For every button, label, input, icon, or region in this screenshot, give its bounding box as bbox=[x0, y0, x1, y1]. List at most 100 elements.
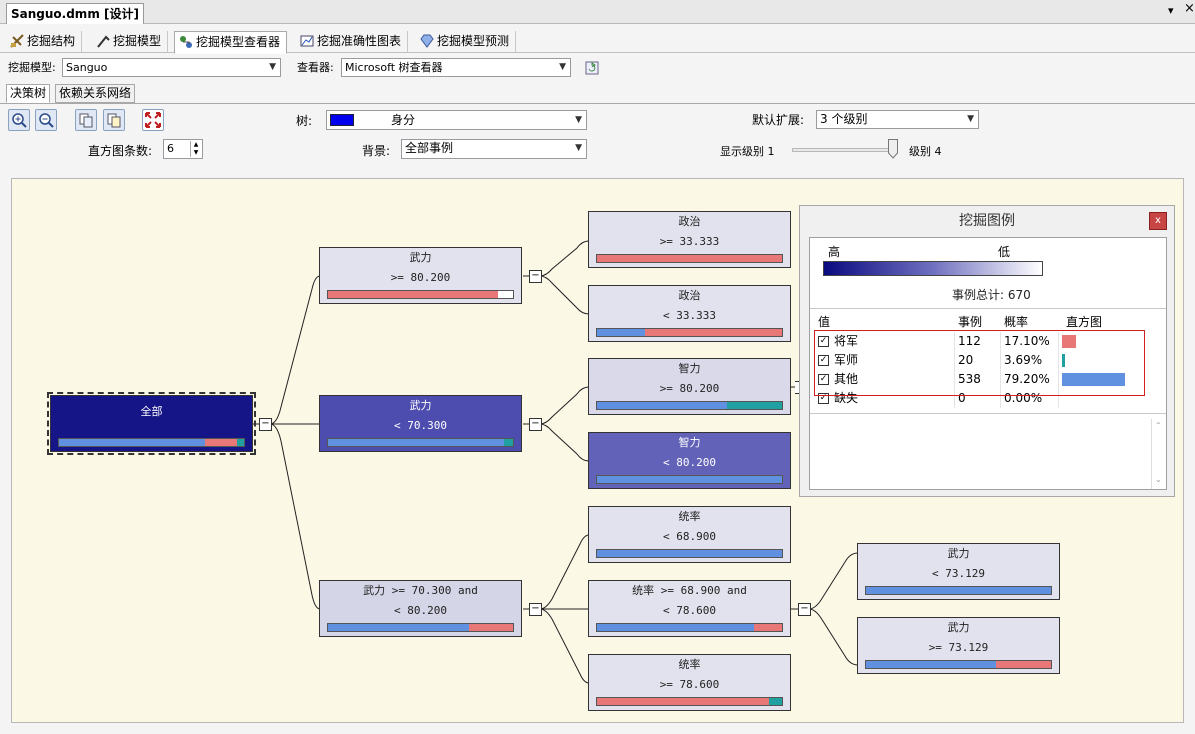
histogram-stepper[interactable]: 6 ▲ ▼ bbox=[163, 139, 203, 159]
chevron-down-icon: ▼ bbox=[269, 62, 276, 72]
zoom-out-button[interactable] bbox=[35, 109, 57, 131]
refresh-icon[interactable] bbox=[585, 61, 599, 75]
tree-node-condition: < 68.900 bbox=[663, 530, 716, 543]
tree-node-histogram bbox=[596, 328, 783, 337]
tree-node[interactable]: 统率 >= 78.600 bbox=[588, 654, 791, 711]
histogram-segment bbox=[597, 624, 755, 631]
histogram-segment bbox=[205, 439, 237, 446]
tree-node[interactable]: 政治 >= 33.333 bbox=[588, 211, 791, 268]
document-tab[interactable]: Sanguo.dmm [设计] bbox=[6, 3, 144, 24]
model-select[interactable]: Sanguo ▼ bbox=[62, 58, 281, 77]
collapse-toggle[interactable]: − bbox=[529, 603, 542, 616]
tab-label: 决策树 bbox=[10, 86, 47, 100]
scroll-down-icon[interactable]: ⌄ bbox=[1155, 475, 1162, 484]
tree-node-condition: < 80.200 bbox=[394, 604, 447, 617]
tree-node-histogram bbox=[865, 586, 1052, 595]
document-tab-title: Sanguo.dmm [设计] bbox=[11, 7, 139, 21]
close-icon[interactable]: x bbox=[1149, 212, 1167, 230]
collapse-toggle[interactable]: − bbox=[798, 603, 811, 616]
tree-node[interactable]: 武力 < 73.129 bbox=[857, 543, 1060, 600]
tree-node-condition: < 70.300 bbox=[394, 419, 447, 432]
collapse-toggle[interactable]: − bbox=[529, 270, 542, 283]
tree-node-histogram bbox=[596, 401, 783, 410]
viewer-select-value: Microsoft 树查看器 bbox=[345, 61, 443, 74]
tree-node-histogram bbox=[596, 697, 783, 706]
chevron-down-icon: ▼ bbox=[559, 62, 566, 72]
copy-graph-view-button[interactable] bbox=[75, 109, 97, 131]
zoom-in-button[interactable] bbox=[8, 109, 30, 131]
copy-entire-graph-button[interactable] bbox=[103, 109, 125, 131]
histogram-segment bbox=[597, 698, 770, 705]
tab-model-viewer[interactable]: 挖掘模型查看器 bbox=[174, 31, 288, 54]
designer-tabs: 挖掘结构 挖掘模型 挖掘模型查看器 挖掘准确性图表 挖掘模型预测 bbox=[0, 31, 1195, 54]
histogram-segment bbox=[597, 476, 782, 483]
tab-label: 挖掘准确性图表 bbox=[317, 34, 402, 48]
tree-node-histogram bbox=[327, 623, 514, 632]
tree-node[interactable]: 智力 < 80.200 bbox=[588, 432, 791, 489]
mining-legend-panel: 挖掘图例 x 高 低 事例总计: 670 值 事例 概率 直方图 ✓ 将军 112 1… bbox=[799, 205, 1175, 497]
tree-node-histogram bbox=[327, 290, 514, 299]
tree-node-condition: >= 80.200 bbox=[390, 271, 451, 284]
scroll-up-icon[interactable]: ⌃ bbox=[1155, 421, 1162, 430]
level-slider-thumb[interactable] bbox=[888, 139, 898, 159]
close-document-icon[interactable]: × bbox=[1184, 2, 1195, 16]
histogram-segment bbox=[866, 587, 1051, 594]
viewer-select[interactable]: Microsoft 树查看器 ▼ bbox=[341, 58, 571, 77]
legend-content: 高 低 事例总计: 670 值 事例 概率 直方图 ✓ 将军 112 17.10% ✓ 军… bbox=[809, 237, 1167, 490]
background-select[interactable]: 全部事例 ▼ bbox=[401, 139, 587, 159]
tree-node-condition: >= 73.129 bbox=[928, 641, 989, 654]
collapse-toggle[interactable]: − bbox=[259, 418, 272, 431]
show-level-label: 显示级别 1 bbox=[720, 145, 775, 158]
document-tab-strip: Sanguo.dmm [设计] ▾ × bbox=[0, 0, 1195, 24]
tree-node[interactable]: 武力 >= 70.300 and < 80.200 bbox=[319, 580, 522, 637]
default-expand-select[interactable]: 3 个级别 ▼ bbox=[816, 110, 979, 129]
tree-node[interactable]: 武力 >= 73.129 bbox=[857, 617, 1060, 674]
histogram-segment bbox=[597, 550, 782, 557]
histogram-segment bbox=[866, 661, 996, 668]
stepper-up-icon[interactable]: ▲ bbox=[190, 141, 201, 149]
tree-node-label: 武力 bbox=[947, 621, 970, 634]
tab-mining-model[interactable]: 挖掘模型 bbox=[92, 31, 169, 53]
viewer-label: 查看器: bbox=[297, 61, 334, 74]
tree-node-condition: < 73.129 bbox=[932, 567, 985, 580]
tree-node[interactable]: 统率 >= 68.900 and < 78.600 bbox=[588, 580, 791, 637]
tab-decision-tree[interactable]: 决策树 bbox=[6, 84, 51, 103]
histogram-segment bbox=[328, 624, 469, 631]
legend-scrollbar[interactable]: ⌃ ⌄ bbox=[1151, 419, 1165, 489]
tab-prediction[interactable]: 挖掘模型预测 bbox=[416, 31, 517, 53]
mining-structure-icon bbox=[10, 34, 24, 48]
tree-node-histogram bbox=[596, 254, 783, 263]
tab-mining-structure[interactable]: 挖掘结构 bbox=[6, 31, 83, 53]
tab-label: 依赖关系网络 bbox=[59, 86, 132, 100]
tab-accuracy-chart[interactable]: 挖掘准确性图表 bbox=[296, 31, 409, 53]
collapse-toggle[interactable]: − bbox=[529, 418, 542, 431]
tree-select[interactable]: 身分 ▼ bbox=[326, 110, 587, 130]
tree-node[interactable]: 智力 >= 80.200 bbox=[588, 358, 791, 415]
chevron-down-icon: ▼ bbox=[575, 143, 582, 153]
tree-node-label: 武力 bbox=[409, 251, 432, 264]
tree-node[interactable]: 政治 < 33.333 bbox=[588, 285, 791, 342]
tree-node-histogram bbox=[865, 660, 1052, 669]
tree-node[interactable]: 武力 >= 80.200 bbox=[319, 247, 522, 304]
histogram-segment bbox=[468, 624, 513, 631]
histogram-segment bbox=[995, 661, 1051, 668]
tab-dependency-network[interactable]: 依赖关系网络 bbox=[55, 84, 136, 103]
tab-list-dropdown-icon[interactable]: ▾ bbox=[1168, 4, 1174, 18]
histogram-segment bbox=[726, 402, 782, 409]
level-slider-track[interactable] bbox=[792, 148, 896, 152]
tree-node[interactable]: 全部 bbox=[47, 392, 256, 455]
divider bbox=[0, 103, 1195, 104]
size-to-fit-button[interactable] bbox=[142, 109, 164, 131]
accuracy-chart-icon bbox=[300, 34, 314, 48]
stepper-down-icon[interactable]: ▼ bbox=[190, 149, 201, 157]
tree-node[interactable]: 武力 < 70.300 bbox=[319, 395, 522, 452]
tree-node-condition: >= 80.200 bbox=[659, 382, 720, 395]
legend-title: 挖掘图例 bbox=[959, 213, 1015, 229]
histogram-segment bbox=[328, 439, 504, 446]
tree-node-label: 统率 bbox=[678, 658, 701, 671]
tree-node-histogram bbox=[596, 549, 783, 558]
tree-node-label: 统率 >= 68.900 and bbox=[632, 584, 747, 597]
tree-node[interactable]: 统率 < 68.900 bbox=[588, 506, 791, 563]
tree-node-label: 统率 bbox=[678, 510, 701, 523]
tree-node-histogram bbox=[596, 623, 783, 632]
